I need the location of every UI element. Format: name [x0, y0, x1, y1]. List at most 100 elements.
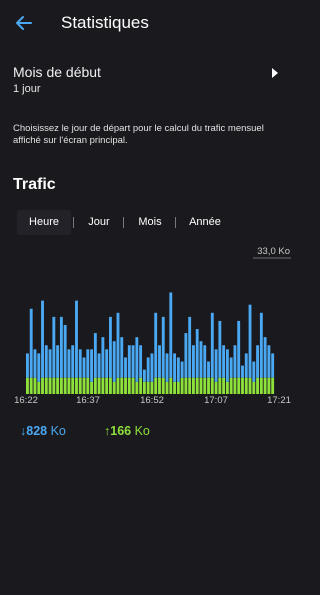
back-arrow-icon[interactable]	[13, 12, 35, 34]
download-bar	[248, 304, 252, 378]
upload-bar	[252, 381, 256, 394]
download-bar	[41, 300, 44, 378]
upload-bar	[237, 377, 241, 394]
upload-bar	[33, 377, 37, 394]
download-bar	[150, 353, 154, 382]
download-bar	[222, 345, 226, 378]
upload-bar	[222, 377, 226, 394]
setting-title: Mois de début	[13, 64, 101, 80]
download-bar	[63, 324, 67, 378]
download-bar	[173, 353, 177, 382]
download-bar	[207, 361, 210, 378]
download-bar	[165, 353, 169, 382]
download-bar	[184, 333, 188, 378]
upload-bar	[97, 377, 101, 394]
upload-bar	[203, 377, 207, 394]
download-bar	[37, 353, 41, 382]
upload-bar	[63, 377, 67, 394]
download-bar	[256, 345, 260, 378]
upload-bar	[207, 377, 210, 394]
upload-total: ↑166 Ko	[104, 424, 150, 438]
download-bar	[267, 345, 271, 378]
download-bar	[218, 320, 222, 378]
download-bar	[52, 316, 56, 378]
upload-bar	[120, 377, 124, 394]
download-bar	[120, 337, 124, 378]
upload-bar	[139, 377, 143, 394]
download-bar	[56, 345, 60, 378]
download-bar	[233, 345, 237, 378]
download-total: ↓828 Ko	[20, 424, 66, 438]
download-bar	[154, 312, 158, 378]
upload-bar	[56, 377, 60, 394]
upload-bar	[48, 377, 52, 394]
page-title: Statistiques	[61, 13, 149, 32]
upload-bar	[135, 381, 139, 394]
download-bar	[192, 345, 195, 378]
upload-bar	[59, 377, 63, 394]
upload-bar	[225, 381, 229, 394]
download-bar	[210, 312, 214, 378]
upload-bar	[78, 377, 82, 394]
upload-bar	[188, 377, 192, 394]
download-bar	[67, 349, 71, 378]
upload-bar	[165, 381, 169, 394]
download-bar	[124, 357, 127, 378]
upload-bar	[169, 377, 173, 394]
upload-bar	[214, 381, 218, 394]
upload-bar	[229, 377, 233, 394]
download-bar	[263, 337, 267, 378]
upload-bar	[112, 381, 116, 394]
chevron-right-icon	[272, 68, 278, 78]
upload-bar	[233, 377, 237, 394]
upload-bar	[180, 377, 184, 394]
upload-bar	[256, 377, 260, 394]
upload-bar	[41, 377, 44, 394]
x-tick-label: 17:21	[267, 395, 291, 406]
download-bar	[229, 357, 233, 378]
upload-bar	[109, 377, 112, 394]
upload-bar	[241, 377, 244, 394]
download-bar	[127, 345, 131, 378]
tab-month[interactable]: Mois	[132, 210, 168, 235]
download-value: 828	[26, 424, 48, 438]
download-bar	[225, 349, 229, 382]
download-bar	[44, 345, 48, 378]
download-bar	[112, 341, 116, 382]
upload-bar	[116, 377, 120, 394]
setting-description: Choisissez le jour de départ pour le cal…	[13, 123, 264, 146]
download-bar	[71, 345, 75, 378]
download-bar	[199, 341, 203, 378]
download-bar	[33, 349, 37, 378]
upload-bar	[173, 381, 177, 394]
download-bar	[195, 329, 199, 378]
upload-bar	[150, 381, 154, 394]
download-bar	[78, 349, 82, 378]
download-bar	[161, 316, 165, 378]
download-bar	[93, 333, 97, 378]
download-bar	[244, 353, 248, 378]
upload-bar	[71, 377, 75, 394]
download-bar	[105, 349, 109, 378]
upload-bar	[244, 377, 248, 394]
download-bar	[48, 349, 52, 378]
upload-bar	[37, 381, 41, 394]
download-bar	[26, 353, 29, 378]
download-bar	[169, 292, 173, 378]
upload-bar	[105, 377, 109, 394]
upload-bar	[184, 377, 188, 394]
download-bar	[82, 357, 86, 378]
upload-bar	[263, 377, 267, 394]
download-bar	[188, 316, 192, 378]
tab-separator	[175, 217, 176, 228]
tab-hour[interactable]: Heure	[17, 210, 71, 235]
upload-bar	[267, 377, 271, 394]
tab-day[interactable]: Jour	[81, 210, 117, 235]
upload-bar	[44, 377, 48, 394]
upload-bar	[82, 377, 86, 394]
start-month-setting[interactable]: Mois de début 1 jour	[0, 58, 305, 100]
upload-bar	[259, 377, 263, 394]
upload-bar	[52, 377, 56, 394]
tab-year[interactable]: Année	[183, 210, 227, 235]
download-bar	[101, 337, 105, 378]
